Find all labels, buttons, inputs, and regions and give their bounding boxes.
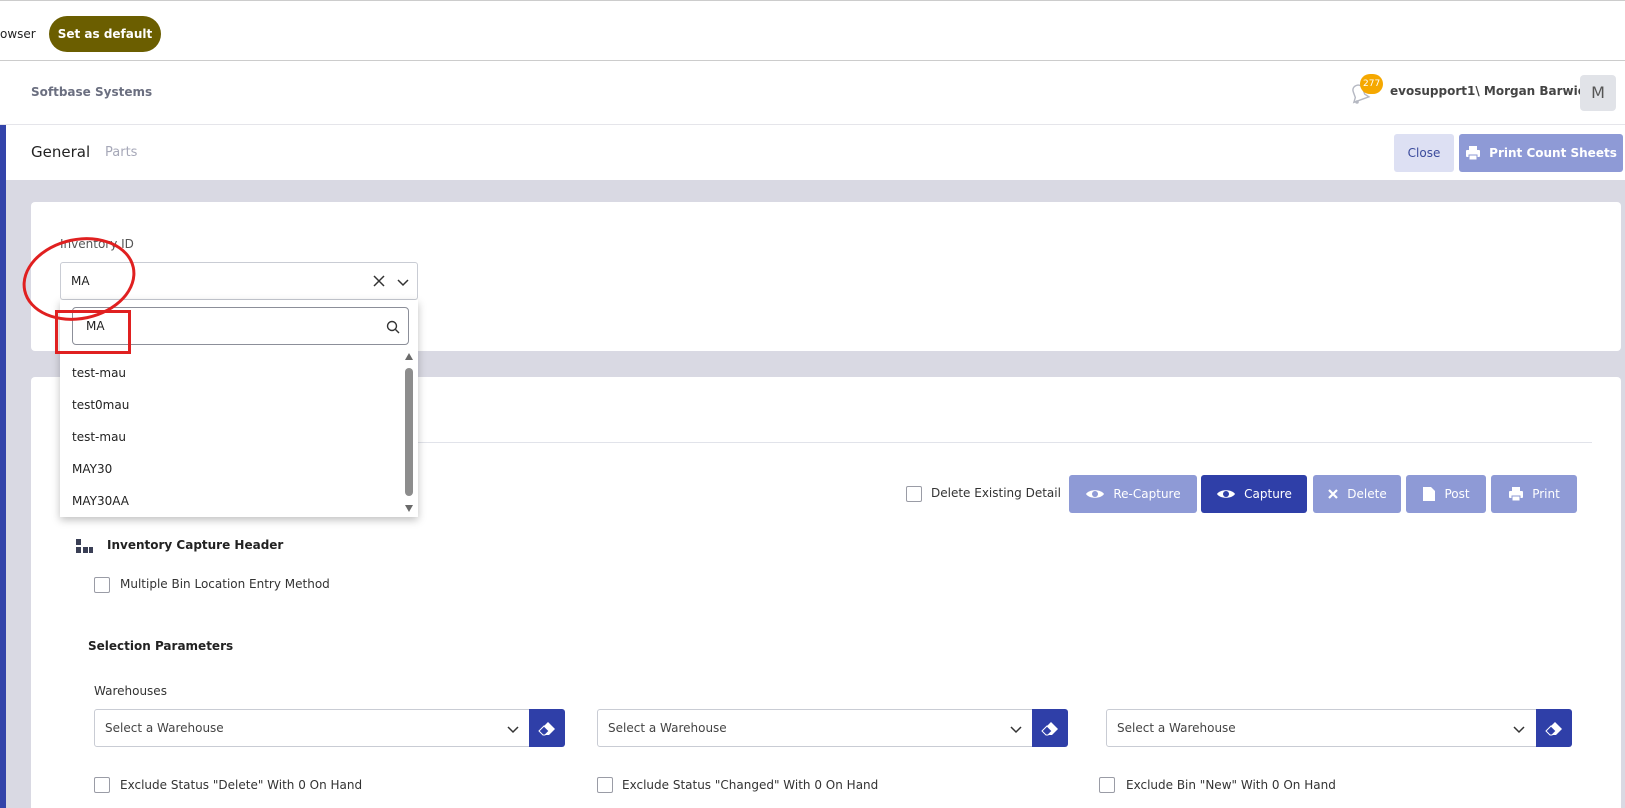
eraser-icon: [1545, 722, 1562, 736]
chevron-down-icon: [1511, 721, 1527, 737]
capture-header-title: Inventory Capture Header: [107, 538, 284, 552]
user-name[interactable]: evosupport1\ Morgan Barwick: [1390, 84, 1593, 98]
print-label: Print: [1532, 487, 1560, 501]
tab-general[interactable]: General: [31, 143, 90, 161]
app-header: Softbase Systems 277 evosupport1\ Morgan…: [0, 61, 1625, 125]
printer-icon: [1509, 487, 1524, 502]
clear-icon[interactable]: [371, 273, 387, 289]
browser-infobar: owser Set as default: [0, 0, 1625, 61]
eraser-icon: [1041, 722, 1058, 736]
eye-icon: [1217, 490, 1236, 498]
scroll-down-arrow-icon[interactable]: [405, 505, 413, 512]
document-icon: [1423, 487, 1436, 501]
eye-icon: [1086, 490, 1105, 498]
warehouse-select-1[interactable]: Select a Warehouse: [94, 709, 530, 747]
notification-badge: 277: [1360, 74, 1384, 94]
capture-button[interactable]: Capture: [1201, 475, 1307, 513]
avatar[interactable]: M: [1580, 75, 1616, 111]
delete-button[interactable]: Delete: [1313, 475, 1401, 513]
post-button[interactable]: Post: [1406, 475, 1486, 513]
exclude-changed-checkbox[interactable]: [597, 777, 613, 793]
company-name: Softbase Systems: [31, 85, 153, 99]
x-icon: [1328, 489, 1339, 499]
warehouse-select-2[interactable]: Select a Warehouse: [597, 709, 1033, 747]
dropdown-option[interactable]: MAY30AA: [72, 494, 129, 508]
selection-parameters-title: Selection Parameters: [88, 639, 234, 653]
print-count-sheets-button[interactable]: Print Count Sheets: [1459, 134, 1623, 172]
dropdown-scrollbar[interactable]: [405, 368, 413, 496]
delete-existing-detail-checkbox[interactable]: [906, 486, 922, 502]
exclude-changed-label: Exclude Status "Changed" With 0 On Hand: [622, 778, 879, 792]
exclude-delete-label: Exclude Status "Delete" With 0 On Hand: [120, 778, 363, 792]
exclude-bin-new-label: Exclude Bin "New" With 0 On Hand: [1126, 778, 1336, 792]
chevron-down-icon: [505, 721, 521, 737]
eraser-button-1[interactable]: [529, 709, 565, 747]
dropdown-option[interactable]: test0mau: [72, 398, 129, 412]
multiple-bin-label: Multiple Bin Location Entry Method: [120, 577, 330, 591]
set-as-default-button[interactable]: Set as default: [49, 16, 161, 52]
re-capture-label: Re-Capture: [1113, 487, 1181, 501]
warehouses-label: Warehouses: [94, 684, 167, 698]
warehouse-placeholder: Select a Warehouse: [608, 721, 727, 735]
boxes-icon: [74, 537, 94, 555]
capture-label: Capture: [1244, 487, 1292, 501]
eraser-icon: [538, 722, 555, 736]
annotation-rectangle: [55, 310, 131, 354]
eraser-button-2[interactable]: [1032, 709, 1068, 747]
dropdown-option[interactable]: test-mau: [72, 366, 126, 380]
scroll-up-arrow-icon[interactable]: [405, 353, 413, 360]
printer-icon: [1466, 146, 1481, 161]
chevron-down-icon[interactable]: [395, 274, 411, 290]
dropdown-option[interactable]: test-mau: [72, 430, 126, 444]
delete-label: Delete: [1347, 487, 1387, 501]
exclude-delete-checkbox[interactable]: [94, 777, 110, 793]
tab-parts[interactable]: Parts: [105, 145, 137, 160]
warehouse-placeholder: Select a Warehouse: [1117, 721, 1236, 735]
re-capture-button[interactable]: Re-Capture: [1069, 475, 1197, 513]
eraser-button-3[interactable]: [1536, 709, 1572, 747]
dropdown-option[interactable]: MAY30: [72, 462, 112, 476]
infobar-text: owser: [0, 27, 36, 41]
warehouse-placeholder: Select a Warehouse: [105, 721, 224, 735]
warehouse-select-3[interactable]: Select a Warehouse: [1106, 709, 1537, 747]
search-icon: [385, 319, 401, 335]
print-button[interactable]: Print: [1491, 475, 1577, 513]
left-accent-bar: [0, 125, 6, 808]
multiple-bin-checkbox[interactable]: [94, 577, 110, 593]
page-tab-bar: General Parts Close Print Count Sheets: [6, 125, 1625, 180]
print-count-sheets-label: Print Count Sheets: [1489, 146, 1617, 160]
exclude-bin-new-checkbox[interactable]: [1099, 777, 1115, 793]
close-button[interactable]: Close: [1394, 134, 1454, 172]
chevron-down-icon: [1008, 721, 1024, 737]
delete-existing-detail-label: Delete Existing Detail: [931, 486, 1061, 500]
post-label: Post: [1444, 487, 1470, 501]
